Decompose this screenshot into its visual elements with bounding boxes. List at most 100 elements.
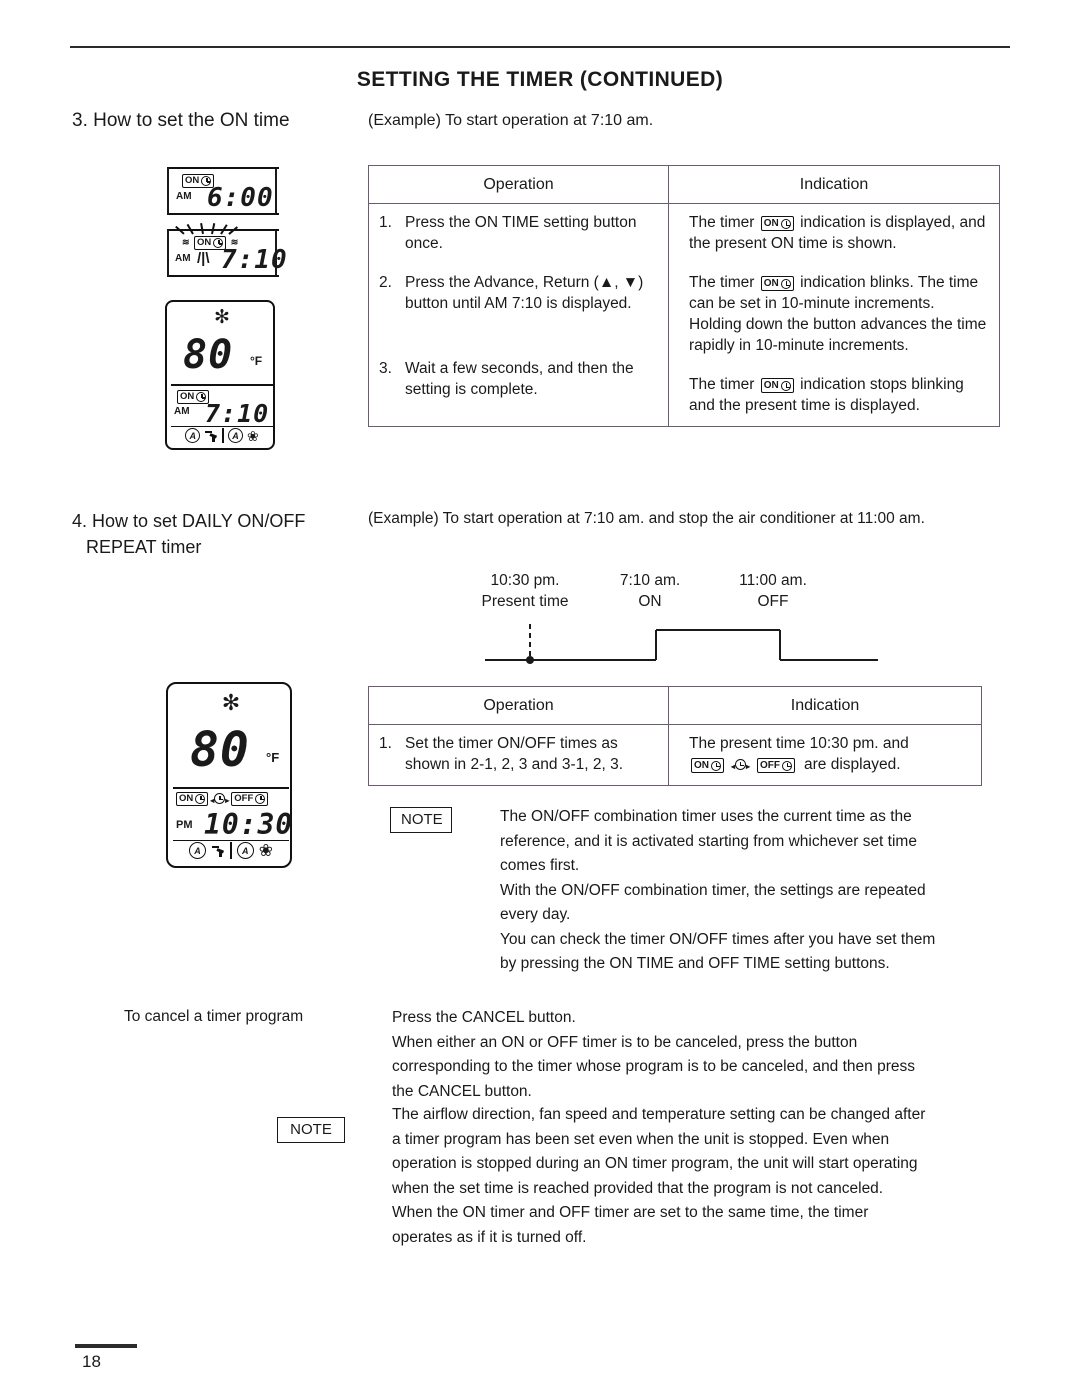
on-timer-badge: ON [760,276,794,292]
note-line: every day. [500,906,571,923]
table-row: 1. Set the timer ON/OFF times as shown i… [368,724,982,786]
column-header-operation: Operation [368,165,669,204]
operation-table-on-time: Operation Indication 1. Press the ON TIM… [368,165,1000,427]
lcd-temperature: 80 [190,722,250,778]
note-line: operation is stopped during an ON timer … [392,1155,918,1172]
cancel-section-label: To cancel a timer program [124,1008,304,1025]
badge-label: ON [763,277,779,289]
present-time-sub: Present time [481,593,569,610]
indication-text: The timer ON indication stops blinking a… [689,374,989,416]
note-line: reference, and it is activated starting … [500,832,917,850]
on-time-label: 7:10 am. ON [595,570,705,612]
cancel-line: corresponding to the timer whose program… [392,1058,915,1075]
note-line: With the ON/OFF combination timer, the s… [500,881,926,899]
clock-icon [780,380,791,391]
step-number: 1. [379,214,392,231]
blink-rays-icon [175,218,238,235]
snowflake-icon: ✻ [214,307,230,328]
clock-icon [780,278,791,289]
temperature-unit: °F [266,750,280,765]
lcd-bottom-icon-row: A A ❀ [173,840,289,859]
lcd-time: 7:10 [221,245,288,275]
step-text: Press the ON TIME setting button once. [405,214,637,252]
timing-diagram: 10:30 pm. Present time 7:10 am. ON 11:00… [430,570,900,670]
section-3-heading: 3. How to set the ON time [72,110,290,131]
indication-prefix: The timer [689,214,755,231]
ampm-label: AM [175,253,191,264]
on-timer-badge: ON [691,758,724,773]
arrow-right-icon: ▸ [745,762,750,771]
note-line: When the ON timer and OFF timer are set … [392,1204,869,1221]
on-timer-badge: ON [760,216,794,232]
present-time-value: 10:30 pm. [490,572,560,589]
lcd-time: 6:00 [207,183,274,213]
note-line: comes first. [500,857,580,874]
clock-icon [214,793,226,804]
airflow-vane-icon [211,844,225,858]
operation-cell: 1. Set the timer ON/OFF times as shown i… [368,724,669,786]
off-time-label: 11:00 am. OFF [718,570,828,612]
auto-swing-icon: A [188,842,206,859]
on-time-value: 7:10 am. [619,572,681,589]
badge-label: ON [763,379,779,391]
footer-rule [75,1344,137,1348]
auto-fan-icon: A [228,428,244,443]
indication-cell: The present time 10:30 pm. and ON ◂ ▸ OF… [668,724,982,786]
table-header-row: Operation Indication [368,165,1000,204]
column-header-indication: Indication [668,686,982,725]
indication-cell: The timer ON indication is displayed, an… [668,203,1000,427]
cancel-line: the CANCEL button. [392,1082,532,1100]
page-title: SETTING THE TIMER (CONTINUED) [356,68,724,91]
present-time-label: 10:30 pm. Present time [460,570,590,612]
lcd-temperature: 80 [183,332,234,378]
indication-suffix: are displayed. [804,756,901,773]
note-badge-2: NOTE [277,1117,345,1143]
lcd-full-display-on-timer: ✻ 80 °F ON AM 7:10 A A ❀ [165,300,275,450]
note-line: The airflow direction, fan speed and tem… [392,1106,926,1123]
on-sub-label: ON [638,593,662,610]
indication-text: The timer ON indication blinks. The time… [689,272,989,356]
fan-icon: ❀ [258,841,274,860]
lcd-bottom-icon-row: A A ❀ [171,426,273,443]
note-line: a timer program has been set even when t… [392,1130,890,1148]
badge-label: ON [179,792,194,804]
section-4-heading: 4. How to set DAILY ON/OFF REPEAT timer [72,508,362,560]
section-4-heading-line1: 4. How to set DAILY ON/OFF [72,511,306,531]
cancel-section-text: Press the CANCEL button. When either an … [392,1006,1012,1104]
operation-cell: 1. Press the ON TIME setting button once… [368,203,669,427]
snowflake-icon: ✻ [221,690,241,715]
off-sub-label: OFF [757,593,789,610]
step-text: Press the Advance, Return (▲, ▼) button … [405,274,644,312]
step-number: 2. [379,274,392,291]
clock-icon [711,760,721,771]
fan-icon: ❀ [247,427,259,444]
page-number: 18 [82,1352,101,1371]
note-line: The ON/OFF combination timer uses the cu… [500,808,912,825]
cancel-line: Press the CANCEL button. [392,1009,576,1026]
note-line: You can check the timer ON/OFF times aft… [500,930,936,948]
lcd-time: 10:30 [204,808,294,841]
badge-label: ON [763,217,779,229]
repeat-timer-icon: ◂ ▸ [210,791,229,806]
badge-label: ON [185,174,200,186]
cancel-line: When either an ON or OFF timer is to be … [392,1033,858,1051]
note-text-2: The airflow direction, fan speed and tem… [392,1103,1017,1250]
note-line: by pressing the ON TIME and OFF TIME set… [500,955,890,972]
header-rule [70,46,1010,48]
badge-label: ON [180,390,195,402]
ampm-label: AM [174,406,190,417]
indication-badges-line: ON ◂ ▸ OFF are displayed. [689,754,971,775]
airflow-vane-icon [204,429,218,443]
note-line: operates as if it is turned off. [392,1228,587,1246]
lcd-full-display-daily-repeat: ✻ 80 °F ON ◂ ▸ OFF PM 10:30 A A ❀ [166,682,292,868]
note-text-1: The ON/OFF combination timer uses the cu… [500,805,1010,977]
table-header-row: Operation Indication [368,686,982,725]
off-timer-badge: OFF [757,758,795,773]
icon-divider [222,428,225,443]
indication-text: The timer ON indication is displayed, an… [689,212,989,254]
off-time-value: 11:00 am. [739,572,807,589]
manual-page: SETTING THE TIMER (CONTINUED) 3. How to … [0,0,1080,1397]
lcd-time: 7:10 [205,399,270,428]
table-row: 1. Press the ON TIME setting button once… [368,203,1000,427]
section-4-heading-line2: REPEAT timer [86,537,202,557]
